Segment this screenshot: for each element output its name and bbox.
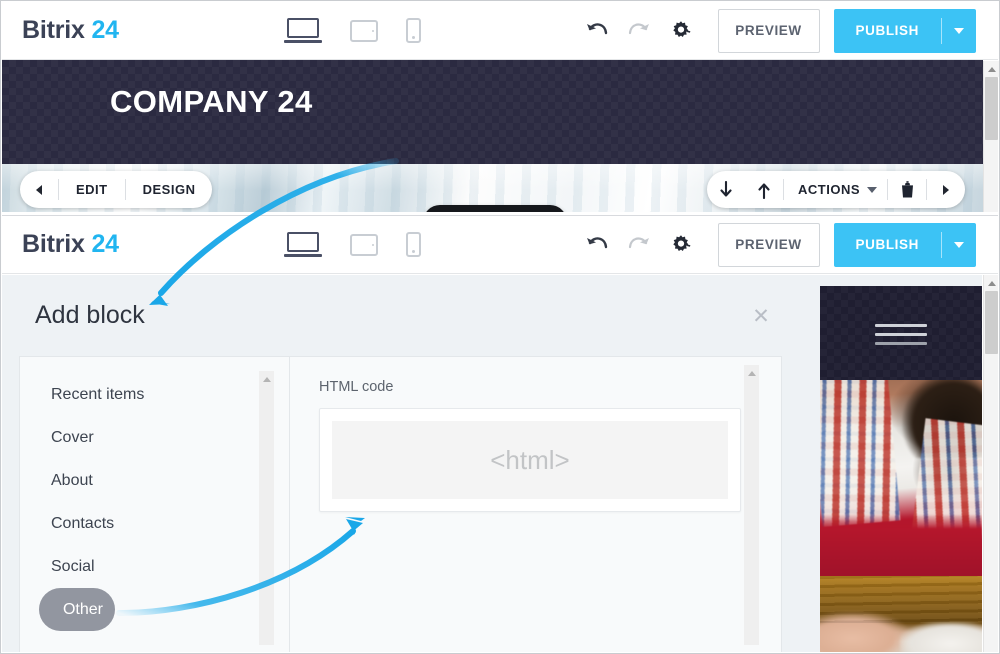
device-preview-switcher-2 [284, 231, 421, 258]
html-placeholder: <html> [332, 421, 728, 499]
phone-icon[interactable] [406, 18, 421, 43]
scrollbar-editor[interactable] [983, 61, 999, 212]
html-code-block-card[interactable]: <html> [319, 408, 741, 512]
triangle-left-icon [36, 184, 42, 195]
scrollbar-up-arrow[interactable] [984, 275, 998, 291]
tablet-icon[interactable] [350, 19, 378, 42]
brand-logo: Bitrix 24 [22, 16, 119, 45]
editor-toolbar-top-2: Bitrix 24 PREVIEW PUBLISH [2, 216, 998, 274]
gear-icon[interactable] [660, 224, 702, 266]
site-header-banner[interactable]: COMPANY 24 [2, 60, 983, 164]
edit-tab[interactable]: EDIT [59, 171, 125, 208]
toolbar-actions: PREVIEW PUBLISH [576, 8, 976, 53]
company-title: COMPANY 24 [110, 84, 313, 119]
scrollbar-up-arrow[interactable] [744, 365, 759, 381]
block-actions-toolbar: ACTIONS [707, 171, 965, 208]
device-preview-switcher [284, 17, 421, 44]
toolbar-actions-2: PREVIEW PUBLISH [576, 222, 976, 267]
preview-photo-desk [820, 576, 982, 652]
publish-dropdown-toggle[interactable] [942, 223, 976, 267]
publish-button[interactable]: PUBLISH [834, 223, 941, 267]
phone-icon[interactable] [406, 232, 421, 257]
publish-button[interactable]: PUBLISH [834, 9, 941, 53]
app-screenshot: Bitrix 24 PREVIEW PUBLISH COMPANY 24 EDI… [0, 0, 1000, 654]
chevron-up-icon [747, 370, 756, 376]
site-preview [820, 286, 982, 652]
undo-icon[interactable] [576, 10, 618, 52]
sidebar-item-recent-items[interactable]: Recent items [20, 373, 289, 416]
actions-dropdown[interactable]: ACTIONS [784, 171, 887, 208]
chevron-down-icon [954, 27, 964, 34]
delete-block-button[interactable] [888, 171, 926, 208]
add-block-screen: Bitrix 24 PREVIEW PUBLISH Add block ✕ Re… [2, 215, 998, 652]
brand-name-2: Bitrix [22, 230, 85, 258]
preview-header [820, 286, 982, 380]
scrollbar-thumb[interactable] [985, 77, 998, 140]
laptop-icon[interactable] [284, 231, 322, 258]
close-icon[interactable]: ✕ [750, 305, 772, 327]
design-tab[interactable]: DESIGN [126, 171, 213, 208]
mobile-preview-panel [799, 275, 982, 652]
sidebar-item-cover[interactable]: Cover [20, 416, 289, 459]
triangle-right-icon [943, 184, 949, 195]
hamburger-menu-icon[interactable] [875, 324, 927, 345]
section-label: HTML code [319, 379, 394, 395]
publish-button-group: PUBLISH [833, 8, 976, 53]
scrollbar-up-arrow[interactable] [259, 371, 274, 387]
scrollbar-category-list[interactable] [259, 371, 274, 645]
move-block-down-button[interactable] [707, 171, 745, 208]
brand-name: Bitrix [22, 16, 85, 44]
category-list: Recent items Cover About Contacts Social… [20, 357, 290, 652]
tablet-icon[interactable] [350, 233, 378, 256]
publish-dropdown-toggle[interactable] [942, 9, 976, 53]
chevron-up-icon [987, 66, 996, 72]
expand-toolbar-button[interactable] [927, 171, 965, 208]
undo-icon[interactable] [576, 224, 618, 266]
add-block-modal: Add block ✕ Recent items Cover About Con… [2, 275, 799, 652]
scrollbar-up-arrow[interactable] [984, 61, 999, 77]
preview-button[interactable]: PREVIEW [717, 8, 820, 53]
page-editor-canvas: COMPANY 24 EDIT DESIGN ACTIONS [2, 60, 983, 212]
block-list-panel: HTML code <html> [290, 357, 781, 652]
sidebar-item-contacts[interactable]: Contacts [20, 502, 289, 545]
modal-body: Recent items Cover About Contacts Social… [19, 356, 782, 652]
scrollbar-thumb[interactable] [985, 291, 998, 354]
modal-header: Add block [2, 275, 799, 356]
preview-photo-person [820, 380, 982, 576]
publish-button-group-2: PUBLISH [833, 222, 976, 267]
preview-button[interactable]: PREVIEW [717, 222, 820, 267]
chevron-up-icon [262, 376, 271, 382]
scrollbar-block-list[interactable] [744, 365, 759, 645]
editor-toolbar-top: Bitrix 24 PREVIEW PUBLISH [2, 2, 998, 60]
brand-number-2: 24 [91, 230, 119, 258]
chevron-up-icon [987, 280, 996, 286]
brand-number: 24 [91, 16, 119, 44]
block-edit-toolbar: EDIT DESIGN [20, 171, 213, 208]
gear-icon[interactable] [660, 10, 702, 52]
brand-logo-2: Bitrix 24 [22, 230, 119, 259]
collapse-toolbar-button[interactable] [20, 171, 58, 208]
chevron-down-icon [867, 186, 877, 193]
add-block-button[interactable]: ADD BLOCK [423, 205, 568, 212]
redo-icon[interactable] [618, 10, 660, 52]
page-title: Add block [35, 301, 145, 329]
chevron-down-icon [954, 241, 964, 248]
move-block-up-button[interactable] [745, 171, 783, 208]
sidebar-item-social[interactable]: Social [20, 545, 289, 588]
laptop-icon[interactable] [284, 17, 322, 44]
sidebar-item-other[interactable]: Other [39, 588, 115, 631]
redo-icon[interactable] [618, 224, 660, 266]
sidebar-item-about[interactable]: About [20, 459, 289, 502]
scrollbar-preview[interactable] [983, 275, 998, 652]
actions-label: ACTIONS [798, 182, 860, 197]
